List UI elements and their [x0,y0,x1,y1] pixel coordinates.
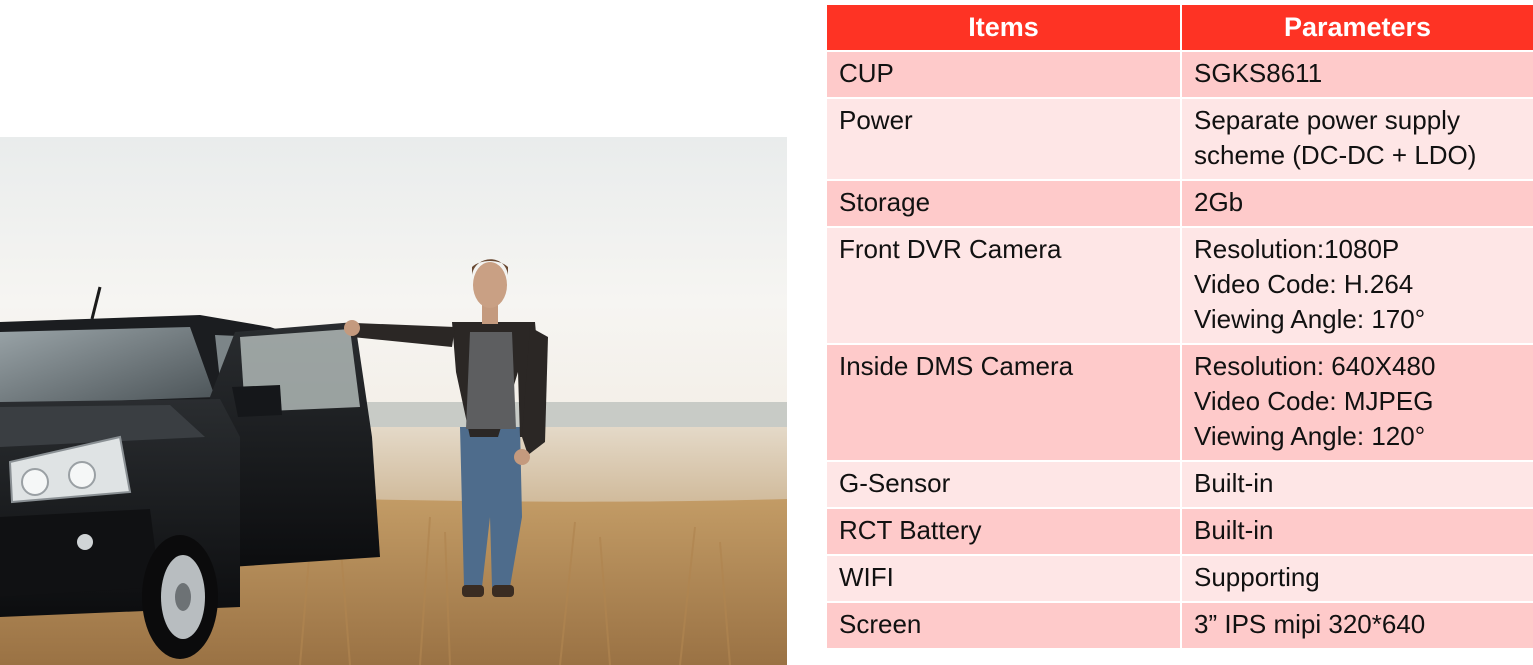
table-row: Front DVR Camera Resolution:1080P Video … [827,228,1533,345]
param-line: Viewing Angle: 120° [1194,421,1426,451]
item-cell: RCT Battery [827,509,1180,556]
product-photo [0,137,787,665]
param-line: Supporting [1194,562,1320,592]
param-cell: Resolution:1080P Video Code: H.264 Viewi… [1180,228,1533,345]
param-line: Viewing Angle: 170° [1194,304,1426,334]
param-line: SGKS8611 [1194,58,1323,88]
item-cell: Storage [827,181,1180,228]
param-line: 2Gb [1194,187,1244,217]
item-cell: Screen [827,603,1180,650]
table-row: G-Sensor Built-in [827,462,1533,509]
table-row: Screen 3” IPS mipi 320*640 [827,603,1533,650]
table-row: Inside DMS Camera Resolution: 640X480 Vi… [827,345,1533,462]
photo-illustration [0,137,787,665]
param-line: scheme (DC-DC + LDO) [1194,140,1477,170]
param-cell: Built-in [1180,509,1533,556]
item-cell: Power [827,99,1180,181]
param-cell: SGKS8611 [1180,52,1533,99]
table-row: RCT Battery Built-in [827,509,1533,556]
table-row: CUP SGKS8611 [827,52,1533,99]
param-line: Separate power supply [1194,105,1460,135]
header-parameters: Parameters [1180,5,1533,52]
table-row: WIFI Supporting [827,556,1533,603]
spec-table: Items Parameters CUP SGKS8611 Power Sepa… [827,5,1533,650]
param-cell: Resolution: 640X480 Video Code: MJPEG Vi… [1180,345,1533,462]
param-cell: Supporting [1180,556,1533,603]
param-line: Built-in [1194,468,1274,498]
param-cell: 2Gb [1180,181,1533,228]
item-cell: Inside DMS Camera [827,345,1180,462]
param-line: Video Code: MJPEG [1194,386,1434,416]
param-line: Video Code: H.264 [1194,269,1414,299]
param-line: Resolution: 640X480 [1194,351,1436,381]
param-cell: Separate power supply scheme (DC-DC + LD… [1180,99,1533,181]
item-cell: CUP [827,52,1180,99]
table-row: Power Separate power supply scheme (DC-D… [827,99,1533,181]
param-cell: Built-in [1180,462,1533,509]
table-header-row: Items Parameters [827,5,1533,52]
header-items: Items [827,5,1180,52]
param-cell: 3” IPS mipi 320*640 [1180,603,1533,650]
item-cell: WIFI [827,556,1180,603]
item-cell: Front DVR Camera [827,228,1180,345]
item-cell: G-Sensor [827,462,1180,509]
table-row: Storage 2Gb [827,181,1533,228]
param-line: 3” IPS mipi 320*640 [1194,609,1426,639]
param-line: Built-in [1194,515,1274,545]
param-line: Resolution:1080P [1194,234,1400,264]
